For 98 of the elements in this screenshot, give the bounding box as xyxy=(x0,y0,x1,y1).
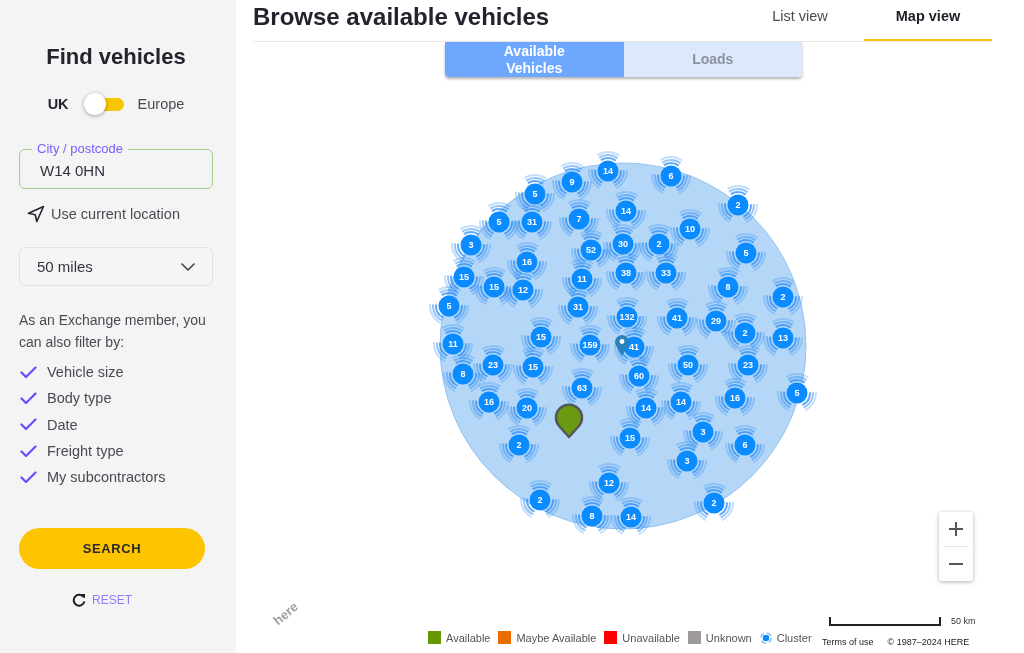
cluster-marker[interactable]: 6 xyxy=(725,425,765,465)
cluster-marker[interactable]: 16 xyxy=(507,242,547,282)
terms-link[interactable]: Terms of use xyxy=(822,637,874,647)
cluster-marker[interactable]: 41 xyxy=(657,298,697,338)
cluster-marker[interactable]: 14 xyxy=(588,151,628,191)
cluster-marker[interactable]: 3 xyxy=(683,412,723,452)
legend-label: Unavailable xyxy=(622,631,680,644)
cluster-icon xyxy=(759,631,772,644)
cluster-marker[interactable]: 5 xyxy=(429,286,469,326)
page-title: Browse available vehicles xyxy=(253,2,550,32)
cluster-marker[interactable]: 63 xyxy=(562,368,602,408)
check-icon xyxy=(20,391,37,405)
cluster-marker[interactable]: 20 xyxy=(507,388,547,428)
cluster-marker[interactable]: 23 xyxy=(473,345,513,385)
cluster-marker[interactable]: 13 xyxy=(763,318,803,358)
cluster-marker[interactable]: 5 xyxy=(479,202,519,242)
region-label: UK xyxy=(47,96,69,112)
cluster-marker[interactable]: 132 xyxy=(607,297,647,337)
cluster-marker[interactable]: 60 xyxy=(619,356,659,396)
cluster-marker[interactable]: 8 xyxy=(708,267,748,307)
cluster-marker[interactable]: 8 xyxy=(443,354,483,394)
view-tab[interactable]: List view xyxy=(736,0,864,41)
filter-option-label: My subcontractors xyxy=(47,469,166,486)
cluster-marker[interactable]: 15 xyxy=(513,347,553,387)
mode-tab[interactable]: Loads xyxy=(623,42,802,77)
cluster-marker[interactable]: 14 xyxy=(611,497,651,537)
cluster-marker[interactable]: 15 xyxy=(521,317,561,357)
cluster-marker[interactable]: 5 xyxy=(515,174,555,214)
cluster-marker[interactable]: 31 xyxy=(512,202,552,242)
cluster-marker[interactable]: 6 xyxy=(651,156,691,196)
cluster-marker[interactable]: 5 xyxy=(777,373,817,413)
cluster-marker[interactable]: 2 xyxy=(520,480,560,520)
cluster-marker[interactable]: 11 xyxy=(562,259,602,299)
cluster-marker[interactable]: 12 xyxy=(589,463,629,503)
cluster-marker[interactable]: 2 xyxy=(499,425,539,465)
map-logo: here xyxy=(270,598,302,629)
legend-label: Unknown xyxy=(705,631,752,644)
refresh-icon xyxy=(72,593,86,608)
cluster-marker[interactable]: 11 xyxy=(433,324,473,364)
chevron-down-icon xyxy=(181,262,195,271)
cluster-marker[interactable]: 2 xyxy=(763,277,803,317)
cluster-marker[interactable]: 3 xyxy=(667,441,707,481)
cluster-marker[interactable]: 12 xyxy=(503,270,543,310)
filter-intro-text: As an Exchange member, you can also filter by: xyxy=(19,311,207,352)
cluster-marker[interactable]: 15 xyxy=(444,257,484,297)
cluster-marker[interactable]: 29 xyxy=(696,301,736,341)
filter-option-label: Date xyxy=(47,416,78,433)
legend-label: Available xyxy=(446,631,491,644)
cluster-marker[interactable]: 16 xyxy=(715,378,755,418)
cluster-marker[interactable]: 50 xyxy=(668,345,708,385)
cluster-marker[interactable]: 30 xyxy=(603,224,643,264)
radius-dropdown[interactable]: 50 miles xyxy=(19,247,213,286)
region-toggle[interactable] xyxy=(83,93,124,115)
cluster-marker[interactable]: 15 xyxy=(474,267,514,307)
map-pin-icon xyxy=(615,335,629,356)
minus-icon xyxy=(949,563,963,565)
filter-option-label: Freight type xyxy=(47,443,124,460)
cluster-marker[interactable]: 15 xyxy=(610,418,650,458)
cluster-marker[interactable]: 9 xyxy=(552,162,592,202)
navigation-arrow-icon xyxy=(27,205,45,223)
cluster-marker[interactable]: 23 xyxy=(728,345,768,385)
mode-tab[interactable]: Available Vehicles xyxy=(445,42,624,77)
legend-label: Cluster xyxy=(776,631,812,644)
cluster-marker[interactable]: 10 xyxy=(670,209,710,249)
region-label: Europe xyxy=(137,96,185,112)
cluster-marker[interactable]: 7 xyxy=(559,199,599,239)
check-icon xyxy=(20,444,37,458)
reset-link[interactable]: RESET xyxy=(72,590,132,611)
scale-label: 50 km xyxy=(951,616,976,626)
search-button[interactable]: SEARCH xyxy=(19,528,205,570)
view-tab[interactable]: Map view xyxy=(864,0,992,41)
current-location-link[interactable]: Use current location xyxy=(27,203,180,225)
copyright-text: © 1987–2024 HERE xyxy=(887,637,970,647)
cluster-marker[interactable]: 31 xyxy=(558,287,598,327)
cluster-marker[interactable]: 8 xyxy=(572,496,612,536)
check-icon xyxy=(20,365,37,379)
cluster-marker[interactable]: 14 xyxy=(626,388,666,428)
cluster-marker[interactable]: 33 xyxy=(646,253,686,293)
check-icon xyxy=(20,418,37,432)
plus-icon xyxy=(949,522,963,536)
cluster-marker[interactable]: 38 xyxy=(606,253,646,293)
cluster-marker[interactable]: 5 xyxy=(726,233,766,273)
filter-option-label: Body type xyxy=(47,390,112,407)
cluster-marker[interactable]: 3 xyxy=(451,225,491,265)
cluster-marker[interactable]: 16 xyxy=(469,382,509,422)
cluster-marker[interactable]: 14 xyxy=(661,382,701,422)
cluster-marker[interactable]: 2 xyxy=(718,185,758,225)
cluster-marker[interactable]: 52 xyxy=(571,230,611,270)
cluster-marker[interactable]: 2 xyxy=(639,224,679,264)
check-icon xyxy=(20,470,37,484)
legend-label: Maybe Available xyxy=(516,631,597,644)
panel-title: Find vehicles xyxy=(45,44,187,70)
filter-option-label: Vehicle size xyxy=(47,364,124,381)
cluster-marker[interactable]: 2 xyxy=(725,313,765,353)
cluster-marker[interactable]: 2 xyxy=(694,483,734,523)
map-pin-icon xyxy=(554,403,584,439)
cluster-marker[interactable]: 14 xyxy=(606,191,646,231)
cluster-marker[interactable]: 159 xyxy=(570,325,610,365)
